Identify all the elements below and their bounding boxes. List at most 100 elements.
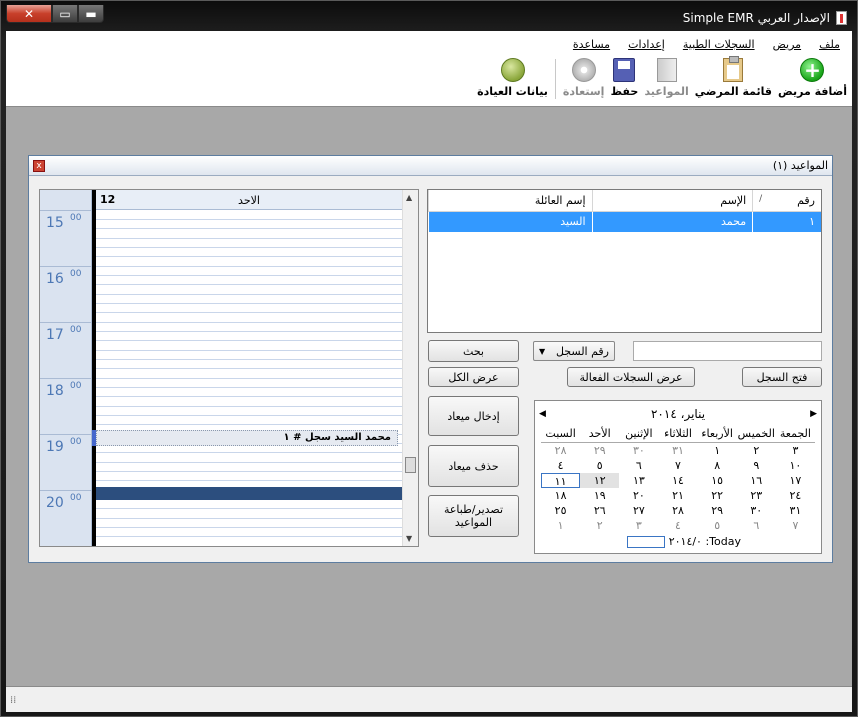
menu-patient[interactable]: مريض <box>773 38 802 51</box>
calendar-day[interactable]: ٣ <box>619 518 658 533</box>
today-link[interactable]: Today: ٢٠١٤/٠ <box>669 535 741 548</box>
calendar-day[interactable]: ٣٠ <box>619 443 658 458</box>
day-name: الاحد <box>238 194 260 207</box>
menu-settings[interactable]: إعدادات <box>628 38 665 51</box>
menu-file[interactable]: ملف <box>819 38 840 51</box>
calendar-day[interactable]: ٢٨ <box>541 443 580 458</box>
calendar-day[interactable]: ١٢ <box>580 473 620 488</box>
dialog-close-icon[interactable]: x <box>33 159 45 172</box>
calendar-day[interactable]: ٨ <box>698 458 737 473</box>
save-button[interactable]: حفظ <box>609 57 639 98</box>
clinic-data-button[interactable]: بيانات العيادة <box>476 57 549 98</box>
resize-grip-icon[interactable]: ⁞⁞ <box>10 695 16 706</box>
add-patient-button[interactable]: + أضافة مريض <box>777 57 848 98</box>
prev-month-icon[interactable]: ◀ <box>539 409 546 419</box>
search-field-select-value: رقم السجل <box>555 344 609 358</box>
column-header-family[interactable]: إسم العائلة <box>428 190 592 211</box>
calendar-day[interactable]: ٢٥ <box>541 503 580 518</box>
column-header-name[interactable]: الإسم <box>591 190 753 211</box>
restore-button[interactable]: إستعادة <box>562 57 606 98</box>
calendar-day[interactable]: ٧ <box>776 518 815 533</box>
chevron-down-icon: ▼ <box>539 346 546 356</box>
calendar-footer: Today: ٢٠١٤/٠ <box>535 535 821 548</box>
calendar-day[interactable]: ٢٣ <box>737 488 776 503</box>
calendar-day[interactable]: ٢٠ <box>619 488 658 503</box>
calendar-day[interactable]: ١٤ <box>658 473 697 488</box>
open-record-button[interactable]: فتح السجل <box>742 367 822 387</box>
calendar-day[interactable]: ٣١ <box>776 503 815 518</box>
show-all-button[interactable]: عرض الكل <box>428 367 519 387</box>
calendar-day[interactable]: ٣١ <box>658 443 697 458</box>
calendar-day[interactable]: ٢٤ <box>776 488 815 503</box>
day-schedule: 15 00 16 00 17 00 18 00 19 00 20 00 12 الاحد محمد ا… <box>39 189 419 547</box>
calendar-day[interactable]: ١٣ <box>619 473 658 488</box>
show-active-records-button[interactable]: عرض السجلات الفعالة <box>567 367 695 387</box>
search-field-select[interactable]: رقم السجل ▼ <box>533 341 615 361</box>
minute-value: 00 <box>70 493 82 503</box>
calendar-day[interactable]: ٢٧ <box>619 503 658 518</box>
calendar-day[interactable]: ١٥ <box>698 473 737 488</box>
calendar-day[interactable]: ١ <box>541 518 580 533</box>
patient-list-button[interactable]: قائمة المرضي <box>694 56 773 98</box>
calendar-day[interactable]: ١ <box>698 443 737 458</box>
calendar-month[interactable]: يناير، ٢٠١٤ <box>651 407 705 421</box>
calendar-day[interactable]: ١٧ <box>776 473 815 488</box>
calendar-day[interactable]: ٤ <box>541 458 580 473</box>
restore-icon <box>571 58 596 82</box>
timeslot-line <box>96 228 402 229</box>
window-minimize-button[interactable]: ▬ <box>78 5 104 23</box>
menu-medical-records[interactable]: السجلات الطبية <box>683 38 755 51</box>
export-print-button[interactable]: تصدير/طباعة المواعيد <box>428 495 519 537</box>
add-appointment-button[interactable]: إدخال ميعاد <box>428 396 519 436</box>
hour-value: 16 <box>46 271 64 287</box>
dialog-title-bar: المواعيد (١) x <box>29 156 832 176</box>
timeslot-line <box>96 368 402 369</box>
calendar-day[interactable]: ٣ <box>776 443 815 458</box>
next-month-icon[interactable]: ▶ <box>810 409 817 419</box>
calendar-day[interactable]: ٣٠ <box>737 503 776 518</box>
weekday-thu: الخميس <box>737 427 775 440</box>
calendar-day[interactable]: ٥ <box>698 518 737 533</box>
timeslot-line <box>96 294 402 295</box>
calendar-day[interactable]: ١١ <box>541 473 581 488</box>
calendar-day[interactable]: ٢٦ <box>580 503 619 518</box>
appointment-item[interactable]: محمد السيد سجل # ١ <box>96 430 398 446</box>
selected-timeslot[interactable] <box>96 487 402 500</box>
appointments-button[interactable]: المواعيد <box>643 57 689 98</box>
delete-appointment-button[interactable]: حذف ميعاد <box>428 445 519 487</box>
calendar-day[interactable]: ٧ <box>658 458 697 473</box>
scroll-down-icon[interactable]: ▼ <box>406 534 412 543</box>
calendar-day[interactable]: ٥ <box>580 458 619 473</box>
scroll-up-icon[interactable]: ▲ <box>406 193 412 202</box>
calendar-day[interactable]: ٦ <box>737 518 776 533</box>
search-input[interactable] <box>633 341 822 361</box>
scroll-thumb[interactable] <box>405 457 416 473</box>
calendar-day[interactable]: ٢٢ <box>698 488 737 503</box>
calendar-day[interactable]: ٢ <box>580 518 619 533</box>
calendar-day[interactable]: ٢٩ <box>580 443 619 458</box>
calendar-day[interactable]: ١٨ <box>541 488 580 503</box>
calendar-day[interactable]: ٩ <box>737 458 776 473</box>
calendar-day[interactable]: ٢١ <box>658 488 697 503</box>
window-close-button[interactable]: ✕ <box>6 5 52 23</box>
calendar-day[interactable]: ٢٩ <box>698 503 737 518</box>
calendar-day[interactable]: ١٩ <box>580 488 619 503</box>
day-column[interactable]: 12 الاحد محمد السيد سجل # ١ <box>96 190 402 546</box>
calendar-day[interactable]: ٢٨ <box>658 503 697 518</box>
column-header-id[interactable]: رقم / <box>752 190 821 211</box>
timeslot-line <box>96 219 402 220</box>
appointments-dialog: المواعيد (١) x رقم / الإسم إسم العائلة ١ … <box>28 155 833 563</box>
calendar-day[interactable]: ٤ <box>658 518 697 533</box>
calendar-day[interactable]: ٢ <box>737 443 776 458</box>
calendar-day[interactable]: ١٦ <box>737 473 776 488</box>
hour-label: 20 00 <box>40 490 92 546</box>
calendar-day[interactable]: ١٠ <box>776 458 815 473</box>
schedule-scrollbar[interactable]: ▲ ▼ <box>402 190 418 546</box>
search-button[interactable]: بحث <box>428 340 519 362</box>
menu-help[interactable]: مساعدة <box>573 38 610 51</box>
timeslot-line <box>96 340 402 341</box>
hour-value: 19 <box>46 439 64 455</box>
calendar-day[interactable]: ٦ <box>619 458 658 473</box>
table-row[interactable]: ١ محمد السيد <box>428 212 821 232</box>
window-maximize-button[interactable]: ▭ <box>52 5 78 23</box>
